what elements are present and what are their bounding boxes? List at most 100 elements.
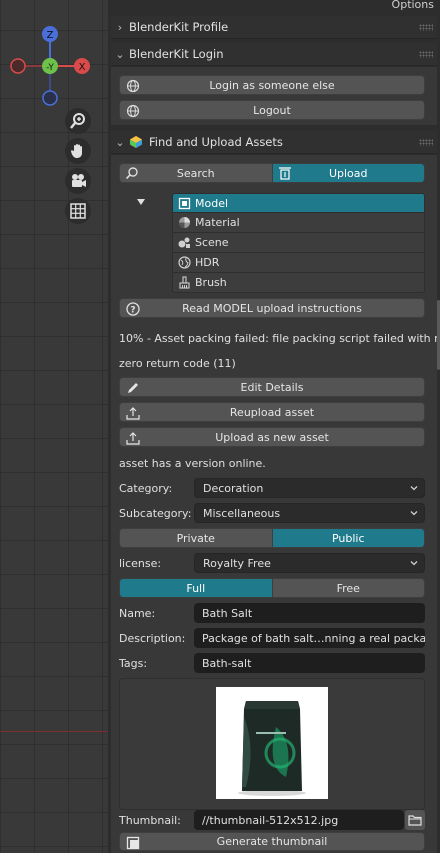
drag-handle-icon[interactable] [419, 24, 433, 31]
world-icon [173, 256, 195, 269]
chevron-right-icon: › [117, 20, 123, 34]
find-upload-section-body: Search Upload Model Material Scene HDR B… [111, 155, 440, 853]
public-option[interactable]: Public [271, 529, 424, 547]
subcategory-label: Subcategory: [119, 507, 192, 520]
gizmo-x-label: X [79, 62, 86, 73]
upload-instructions-label: Read MODEL upload instructions [182, 301, 362, 315]
thumbnail-label: Thumbnail: [119, 814, 181, 827]
asset-type-expand-triangle-icon[interactable] [137, 199, 145, 205]
asset-type-model[interactable]: Model [172, 193, 425, 213]
description-field[interactable]: Package of bath salt…nning a real packag… [194, 628, 425, 648]
name-label: Name: [119, 607, 156, 620]
camera-view-button[interactable] [65, 168, 91, 194]
question-icon: ? [125, 301, 141, 317]
asset-type-list: Model Material Scene HDR Brush [172, 193, 425, 293]
tab-search-label: Search [176, 166, 215, 180]
upload-status-line-2: zero return code (11) [119, 357, 236, 370]
private-option[interactable]: Private [120, 529, 272, 547]
thumbnail-path-field[interactable]: //thumbnail-512x512.jpg [194, 810, 404, 830]
asset-type-label: Brush [195, 276, 227, 289]
category-value: Decoration [203, 481, 264, 495]
upload-instructions-button[interactable]: ? Read MODEL upload instructions [119, 298, 425, 318]
version-note: asset has a version online. [119, 457, 266, 470]
material-sphere-icon [173, 216, 195, 229]
x-axis-line [0, 731, 108, 732]
reupload-button[interactable]: Reupload asset [119, 402, 425, 422]
folder-browse-button[interactable] [405, 810, 425, 830]
profile-section-title: BlenderKit Profile [129, 20, 229, 34]
upload-status-line-1: 10% - Asset packing failed: file packing… [119, 332, 440, 345]
login-section-header[interactable]: ⌄ BlenderKit Login [111, 43, 437, 66]
asset-type-label: Model [195, 196, 229, 210]
search-icon [125, 166, 139, 182]
edit-details-label: Edit Details [240, 380, 304, 394]
thumbnail-preview-box [119, 678, 425, 810]
3d-viewport[interactable]: Z X -Y [0, 0, 108, 853]
options-menu[interactable]: Options [392, 0, 434, 11]
tags-field[interactable]: Bath-salt [194, 653, 425, 673]
logout-label: Logout [253, 103, 291, 117]
asset-type-label: HDR [195, 256, 220, 269]
asset-type-brush[interactable]: Brush [172, 273, 425, 293]
category-dropdown[interactable]: Decoration [194, 478, 425, 498]
chevron-down-icon [410, 511, 418, 516]
upload-arrow-icon [125, 430, 141, 446]
login-as-other-button[interactable]: Login as someone else [119, 75, 425, 95]
folder-icon [408, 815, 422, 826]
image-render-icon [125, 835, 141, 851]
upload-new-label: Upload as new asset [215, 430, 329, 444]
edit-details-button[interactable]: Edit Details [119, 377, 425, 397]
tags-label: Tags: [119, 657, 148, 670]
asset-type-hdr[interactable]: HDR [172, 253, 425, 273]
drag-handle-icon[interactable] [419, 51, 433, 58]
sidebar-panel: Options › BlenderKit Profile ⌄ BlenderKi… [108, 0, 440, 853]
navigation-gizmo[interactable]: Z X -Y [0, 0, 108, 110]
chevron-down-icon: ⌄ [115, 135, 125, 149]
upload-icon [278, 166, 292, 182]
generate-thumbnail-button[interactable]: Generate thumbnail [119, 832, 425, 851]
logout-button[interactable]: Logout [119, 100, 425, 120]
pan-button[interactable] [65, 138, 91, 164]
visibility-toggle: Private Public [119, 528, 425, 548]
profile-section-header[interactable]: › BlenderKit Profile [111, 16, 437, 39]
login-as-other-label: Login as someone else [209, 78, 335, 92]
free-option[interactable]: Free [271, 579, 424, 597]
brush-icon [173, 276, 195, 289]
license-dropdown[interactable]: Royalty Free [194, 553, 425, 573]
license-value: Royalty Free [203, 556, 271, 570]
asset-type-scene[interactable]: Scene [172, 233, 425, 253]
zoom-button[interactable] [65, 108, 91, 134]
name-field[interactable]: Bath Salt [194, 603, 425, 623]
ortho-toggle-button[interactable] [65, 198, 91, 224]
full-option[interactable]: Full [120, 579, 272, 597]
gizmo-y-label: -Y [46, 63, 54, 73]
gizmo-z-label: Z [47, 30, 54, 41]
upload-new-button[interactable]: Upload as new asset [119, 427, 425, 447]
description-label: Description: [119, 632, 186, 645]
login-section-title: BlenderKit Login [129, 47, 224, 61]
globe-icon [125, 78, 141, 94]
tab-upload-label: Upload [328, 166, 368, 180]
subcategory-dropdown[interactable]: Miscellaneous [194, 503, 425, 523]
reupload-label: Reupload asset [229, 405, 315, 419]
upload-arrow-icon [125, 405, 141, 421]
login-section-body: Login as someone else Logout [111, 67, 437, 125]
subcategory-value: Miscellaneous [203, 506, 281, 520]
plan-toggle: Full Free [119, 578, 425, 598]
thumbnail-image[interactable] [216, 687, 328, 799]
scene-icon [173, 236, 195, 249]
license-label: license: [119, 557, 162, 570]
camera-icon [72, 174, 86, 187]
cube-icon [173, 197, 195, 210]
asset-type-material[interactable]: Material [172, 213, 425, 233]
tab-upload[interactable]: Upload [271, 164, 424, 182]
svg-text:?: ? [130, 306, 135, 316]
drag-handle-icon[interactable] [419, 139, 433, 146]
find-upload-section-header[interactable]: ⌄ Find and Upload Assets [111, 131, 437, 154]
chevron-down-icon: ⌄ [115, 47, 125, 61]
grid-icon [70, 203, 86, 219]
pencil-icon [125, 380, 141, 396]
chevron-down-icon [410, 561, 418, 566]
tab-search[interactable]: Search [120, 164, 272, 182]
globe-icon [125, 103, 141, 119]
